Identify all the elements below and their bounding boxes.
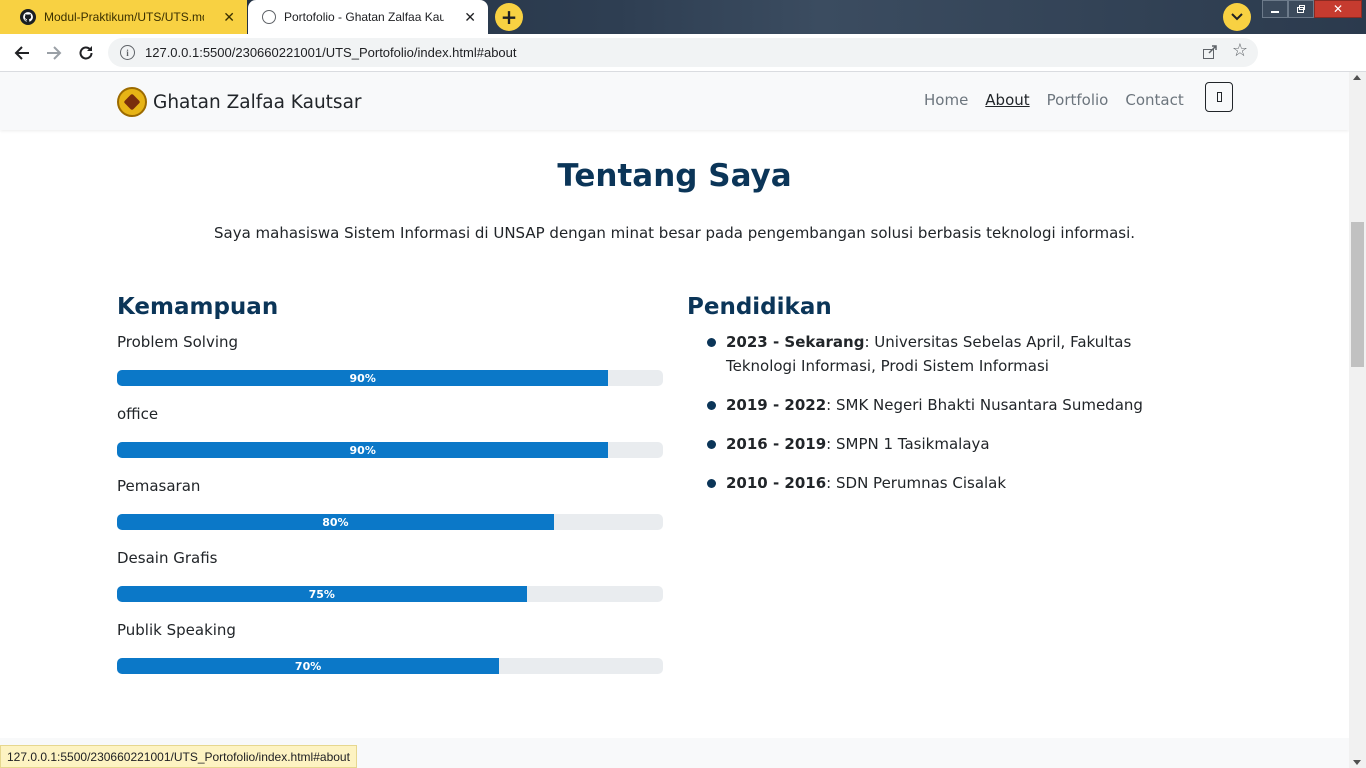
education-item: 2016 - 2019: SMPN 1 Tasikmalaya — [706, 432, 1186, 456]
nav-home[interactable]: Home — [924, 91, 968, 109]
browser-toolbar: i 127.0.0.1:5500/230660221001/UTS_Portof… — [0, 34, 1366, 97]
education-years: 2019 - 2022 — [726, 396, 827, 414]
education-desc: : SMK Negeri Bhakti Nusantara Sumedang — [826, 396, 1143, 414]
new-tab-button[interactable]: + — [495, 3, 523, 31]
scroll-up-arrow-icon[interactable] — [1353, 75, 1361, 80]
education-years: 2010 - 2016 — [726, 474, 827, 492]
tab-strip: Modul-Praktikum/UTS/UTS.md at ✕ Portofol… — [0, 0, 1366, 34]
education-years: 2023 - Sekarang — [726, 333, 865, 351]
page-scrollbar[interactable] — [1349, 72, 1366, 768]
bullet-icon — [707, 401, 716, 410]
skill-progress: 75% — [117, 586, 663, 602]
url-text[interactable]: 127.0.0.1:5500/230660221001/UTS_Portofol… — [145, 45, 517, 60]
minimize-icon — [1271, 11, 1279, 13]
arrow-right-icon — [47, 46, 62, 60]
education-desc: : SMPN 1 Tasikmalaya — [826, 435, 990, 453]
back-button[interactable] — [10, 41, 34, 65]
tab-title: Modul-Praktikum/UTS/UTS.md at — [44, 10, 204, 24]
bookmark-star-icon[interactable]: ☆ — [1232, 41, 1248, 61]
skill-label: Publik Speaking — [117, 621, 236, 639]
skills-title: Kemampuan — [117, 294, 279, 320]
arrow-left-icon — [14, 46, 29, 60]
forward-button[interactable] — [42, 41, 66, 65]
education-item: 2010 - 2016: SDN Perumnas Cisalak — [706, 471, 1186, 495]
nav-contact[interactable]: Contact — [1125, 91, 1183, 109]
skill-progress: 70% — [117, 658, 663, 674]
reload-icon — [79, 46, 93, 60]
address-bar[interactable]: i 127.0.0.1:5500/230660221001/UTS_Portof… — [108, 38, 1258, 67]
brand-link[interactable]: Ghatan Zalfaa Kautsar — [117, 87, 362, 117]
share-icon[interactable] — [1202, 44, 1218, 64]
globe-icon — [262, 10, 276, 24]
university-logo — [117, 87, 147, 117]
nav-portfolio[interactable]: Portfolio — [1047, 91, 1109, 109]
skill-label: office — [117, 405, 159, 423]
skill-label: Desain Grafis — [117, 549, 218, 567]
skill-label: Problem Solving — [117, 333, 239, 351]
restore-button[interactable] — [1288, 0, 1314, 18]
restore-icon — [1297, 5, 1305, 13]
skill-progress-bar: 80% — [117, 514, 554, 530]
reload-button[interactable] — [74, 41, 98, 65]
skill-progress-bar: 70% — [117, 658, 500, 674]
section-title: Tentang Saya — [557, 158, 792, 194]
education-item: 2019 - 2022: SMK Negeri Bhakti Nusantara… — [706, 393, 1186, 417]
skill-progress-bar: 90% — [117, 370, 609, 386]
bullet-icon — [707, 479, 716, 488]
education-desc: : SDN Perumnas Cisalak — [826, 474, 1007, 492]
tab-portfolio[interactable]: Portofolio - Ghatan Zalfaa Kautsar ✕ — [248, 0, 488, 34]
scroll-down-arrow-icon[interactable] — [1353, 760, 1361, 765]
education-title: Pendidikan — [687, 294, 832, 320]
skill-progress: 80% — [117, 514, 663, 530]
skill-progress: 90% — [117, 442, 663, 458]
tab-close-icon[interactable]: ✕ — [464, 10, 476, 24]
brand-name: Ghatan Zalfaa Kautsar — [153, 91, 362, 113]
tab-title: Portofolio - Ghatan Zalfaa Kautsar — [284, 10, 444, 24]
tab-github[interactable]: Modul-Praktikum/UTS/UTS.md at ✕ — [0, 0, 247, 34]
theme-toggle-button[interactable] — [1205, 82, 1233, 112]
window-close-button[interactable]: ✕ — [1314, 0, 1362, 18]
education-list: 2023 - Sekarang: Universitas Sebelas Apr… — [706, 330, 1186, 510]
education-item: 2023 - Sekarang: Universitas Sebelas Apr… — [706, 330, 1186, 378]
site-navbar: Ghatan Zalfaa Kautsar Home About Portfol… — [0, 72, 1349, 130]
minimize-button[interactable] — [1262, 0, 1288, 18]
skill-progress: 90% — [117, 370, 663, 386]
scrollbar-thumb[interactable] — [1351, 222, 1364, 367]
bullet-icon — [707, 338, 716, 347]
tab-close-icon[interactable]: ✕ — [223, 10, 235, 24]
skill-progress-bar: 90% — [117, 442, 609, 458]
tab-search-button[interactable] — [1223, 3, 1251, 31]
nav-about[interactable]: About — [985, 91, 1029, 109]
education-years: 2016 - 2019 — [726, 435, 827, 453]
page-viewport: Ghatan Zalfaa Kautsar Home About Portfol… — [0, 72, 1349, 768]
github-icon — [20, 9, 36, 25]
site-info-icon[interactable]: i — [120, 45, 135, 60]
section-lead: Saya mahasiswa Sistem Informasi di UNSAP… — [213, 224, 1136, 242]
chevron-down-icon — [1231, 13, 1243, 21]
status-bar-url: 127.0.0.1:5500/230660221001/UTS_Portofol… — [0, 745, 357, 768]
toggle-icon — [1216, 92, 1222, 102]
skill-label: Pemasaran — [117, 477, 201, 495]
skill-progress-bar: 75% — [117, 586, 527, 602]
nav-links: Home About Portfolio Contact — [924, 91, 1201, 109]
bullet-icon — [707, 440, 716, 449]
